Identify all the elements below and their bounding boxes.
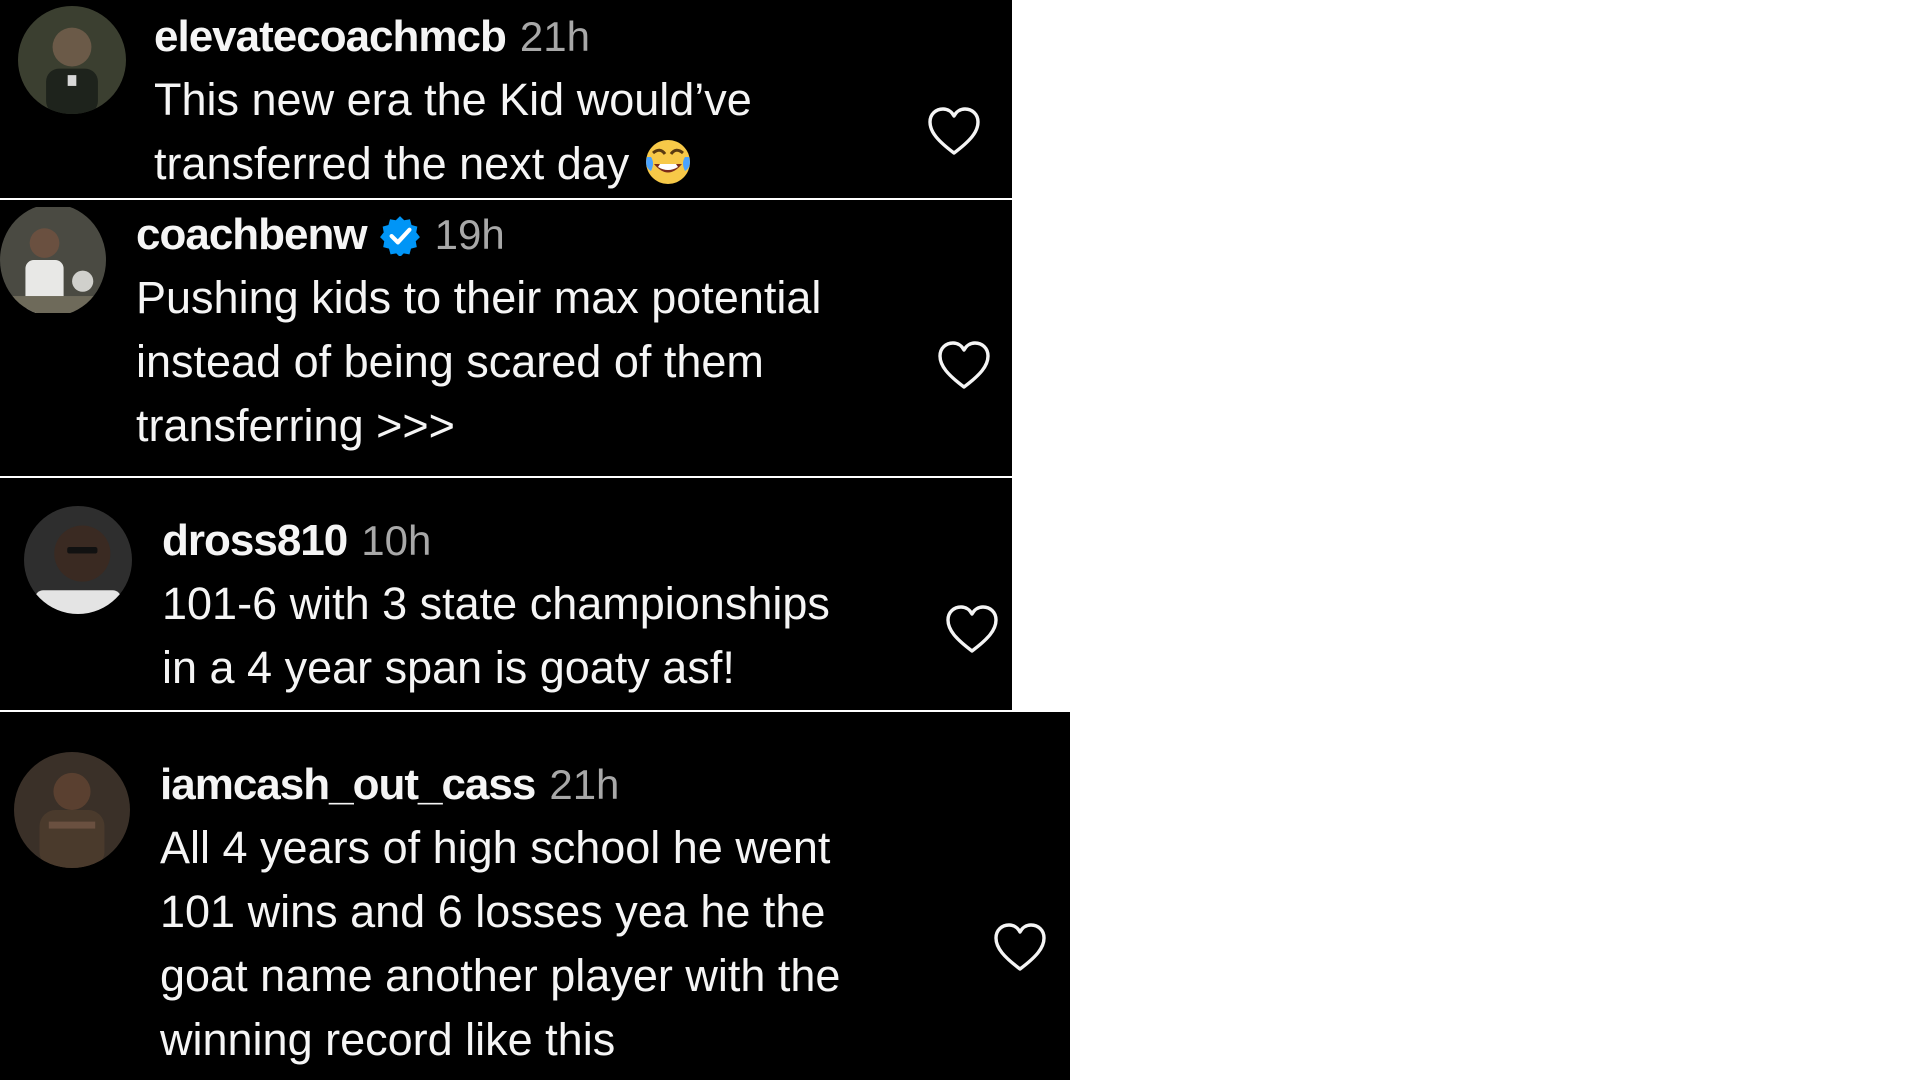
verified-badge-icon	[379, 214, 421, 258]
timestamp[interactable]: 10h	[361, 517, 431, 565]
heart-outline-icon	[928, 107, 980, 155]
avatar[interactable]	[18, 6, 126, 114]
comment-item: coachbenw 19h Pushing kids to their max …	[0, 200, 1012, 476]
heart-outline-icon	[994, 923, 1046, 971]
comment-line: Pushing kids to their max potential	[136, 272, 822, 323]
like-button[interactable]	[926, 106, 982, 158]
comment-line: 101 wins and 6 losses yea he the	[160, 886, 826, 937]
comment-body: coachbenw 19h Pushing kids to their max …	[136, 204, 821, 458]
username[interactable]: dross810	[162, 516, 348, 566]
comment-line: 101-6 with 3 state championships	[162, 578, 830, 629]
comments-screenshot: elevatecoachmcb 21h This new era the Kid…	[0, 0, 1920, 1080]
comment-header: coachbenw 19h	[136, 204, 821, 266]
comment-line: instead of being scared of them	[136, 336, 764, 387]
comment-line: winning record like this	[160, 1014, 616, 1065]
avatar[interactable]	[14, 752, 130, 868]
heart-outline-icon	[938, 341, 990, 389]
comment-text: All 4 years of high school he went 101 w…	[160, 816, 840, 1072]
comment-line: This new era the Kid would’ve	[154, 74, 752, 125]
comment-text: Pushing kids to their max potential inst…	[136, 266, 821, 458]
comment-text: This new era the Kid would’ve transferre…	[154, 68, 752, 196]
comment-body: elevatecoachmcb 21h This new era the Kid…	[154, 6, 752, 196]
comment-line: transferred the next day	[154, 138, 630, 189]
heart-outline-icon	[946, 605, 998, 653]
comment-item: elevatecoachmcb 21h This new era the Kid…	[0, 0, 1012, 198]
avatar[interactable]	[0, 204, 106, 316]
username[interactable]: elevatecoachmcb	[154, 12, 507, 62]
face-with-tears-of-joy-icon	[643, 137, 693, 187]
comment-text: 101-6 with 3 state championships in a 4 …	[162, 572, 830, 700]
comment-line: transferring >>>	[136, 400, 455, 451]
username[interactable]: coachbenw	[136, 210, 368, 260]
comment-body: iamcash_out_cass 21h All 4 years of high…	[160, 754, 840, 1072]
timestamp[interactable]: 21h	[549, 761, 619, 809]
comment-line: in a 4 year span is goaty asf!	[162, 642, 735, 693]
comment-item: dross810 10h 101-6 with 3 state champion…	[0, 478, 1012, 710]
comment-body: dross810 10h 101-6 with 3 state champion…	[162, 510, 830, 700]
comment-header: dross810 10h	[162, 510, 830, 572]
like-button[interactable]	[936, 340, 992, 392]
comment-line-with-emoji: transferred the next day	[154, 132, 752, 196]
username[interactable]: iamcash_out_cass	[160, 760, 536, 810]
avatar[interactable]	[24, 506, 132, 614]
comment-line: goat name another player with the	[160, 950, 841, 1001]
like-button[interactable]	[944, 604, 1000, 656]
timestamp[interactable]: 19h	[435, 211, 505, 259]
comment-item: iamcash_out_cass 21h All 4 years of high…	[0, 712, 1070, 1080]
comment-header: elevatecoachmcb 21h	[154, 6, 752, 68]
comment-header: iamcash_out_cass 21h	[160, 754, 840, 816]
like-button[interactable]	[992, 922, 1048, 974]
comment-line: All 4 years of high school he went	[160, 822, 831, 873]
timestamp[interactable]: 21h	[520, 13, 590, 61]
